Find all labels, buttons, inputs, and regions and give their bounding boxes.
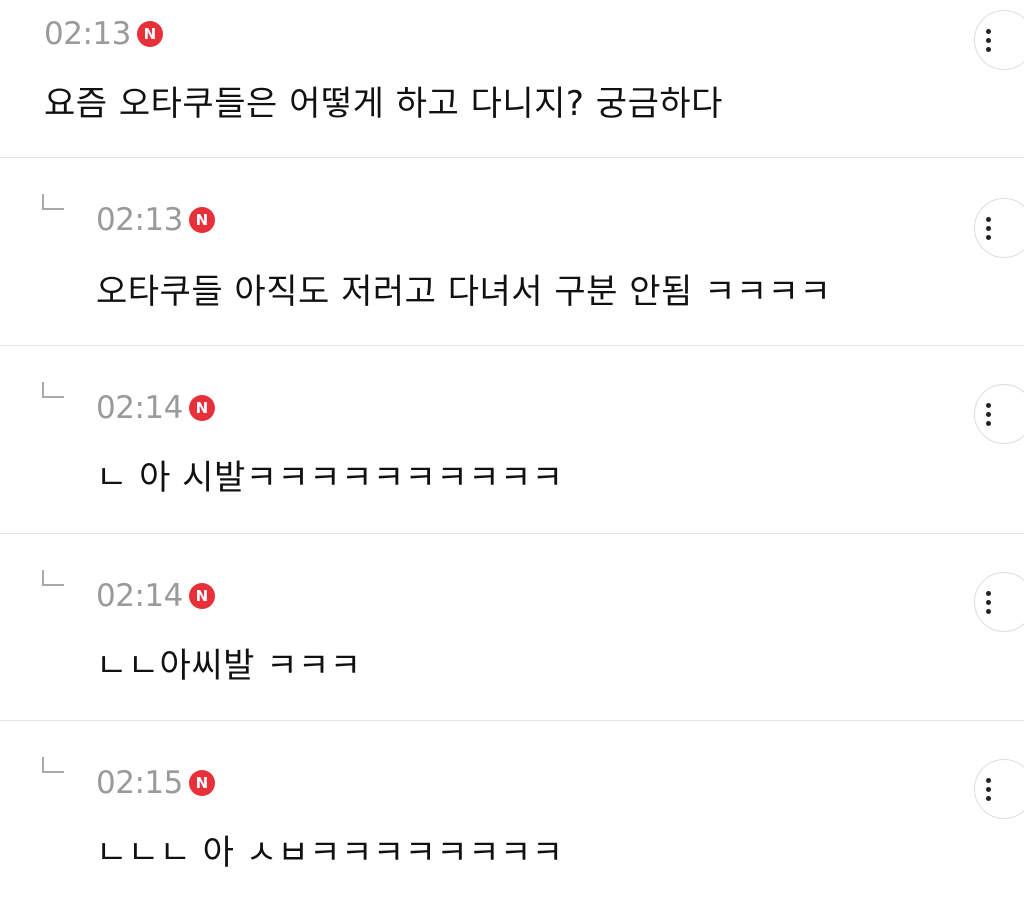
more-options-button[interactable] bbox=[974, 384, 1024, 444]
reply-arrow-icon bbox=[42, 382, 64, 398]
more-options-button[interactable] bbox=[974, 572, 1024, 632]
reply-item: 02:14 N ㄴ 아 시발ㅋㅋㅋㅋㅋㅋㅋㅋㅋㅋ bbox=[0, 346, 1024, 534]
comment-time: 02:15 bbox=[96, 765, 183, 801]
comment-time: 02:13 bbox=[96, 202, 183, 238]
comment-meta: 02:13 N bbox=[44, 14, 163, 54]
kebab-menu-icon bbox=[985, 777, 991, 801]
comment-text: ㄴㄴ아씨발 ㅋㅋㅋ bbox=[96, 646, 362, 686]
kebab-menu-icon bbox=[985, 402, 991, 426]
new-badge-icon: N bbox=[136, 21, 163, 47]
kebab-menu-icon bbox=[985, 590, 991, 614]
more-options-button[interactable] bbox=[974, 10, 1024, 70]
comment-meta: 02:15 N bbox=[96, 763, 215, 803]
reply-item: 02:14 N ㄴㄴ아씨발 ㅋㅋㅋ bbox=[0, 534, 1024, 721]
new-badge-icon: N bbox=[188, 770, 215, 796]
comment-text: 요즘 오타쿠들은 어떻게 하고 다니지? 궁금하다 bbox=[44, 84, 723, 124]
comment-time: 02:13 bbox=[44, 16, 131, 52]
reply-item: 02:15 N ㄴㄴㄴ 아 ㅅㅂㅋㅋㅋㅋㅋㅋㅋㅋ bbox=[0, 721, 1024, 899]
reply-arrow-icon bbox=[42, 570, 64, 586]
kebab-menu-icon bbox=[985, 216, 991, 240]
comment-text: ㄴ 아 시발ㅋㅋㅋㅋㅋㅋㅋㅋㅋㅋ bbox=[96, 458, 564, 498]
comment-text: ㄴㄴㄴ 아 ㅅㅂㅋㅋㅋㅋㅋㅋㅋㅋ bbox=[96, 833, 564, 873]
comment-time: 02:14 bbox=[96, 390, 183, 426]
comment-meta: 02:14 N bbox=[96, 576, 215, 616]
kebab-menu-icon bbox=[985, 28, 991, 52]
comment-time: 02:14 bbox=[96, 578, 183, 614]
new-badge-icon: N bbox=[188, 583, 215, 609]
new-badge-icon: N bbox=[188, 207, 215, 233]
comment-text: 오타쿠들 아직도 저러고 다녀서 구분 안됨 ㅋㅋㅋㅋ bbox=[96, 272, 832, 312]
new-badge-icon: N bbox=[188, 395, 215, 421]
comment-item: 02:13 N 요즘 오타쿠들은 어떻게 하고 다니지? 궁금하다 bbox=[0, 0, 1024, 158]
reply-item: 02:13 N 오타쿠들 아직도 저러고 다녀서 구분 안됨 ㅋㅋㅋㅋ bbox=[0, 158, 1024, 346]
more-options-button[interactable] bbox=[974, 759, 1024, 819]
comment-meta: 02:14 N bbox=[96, 388, 215, 428]
comment-meta: 02:13 N bbox=[96, 200, 215, 240]
reply-arrow-icon bbox=[42, 194, 64, 210]
reply-arrow-icon bbox=[42, 757, 64, 773]
more-options-button[interactable] bbox=[974, 198, 1024, 258]
